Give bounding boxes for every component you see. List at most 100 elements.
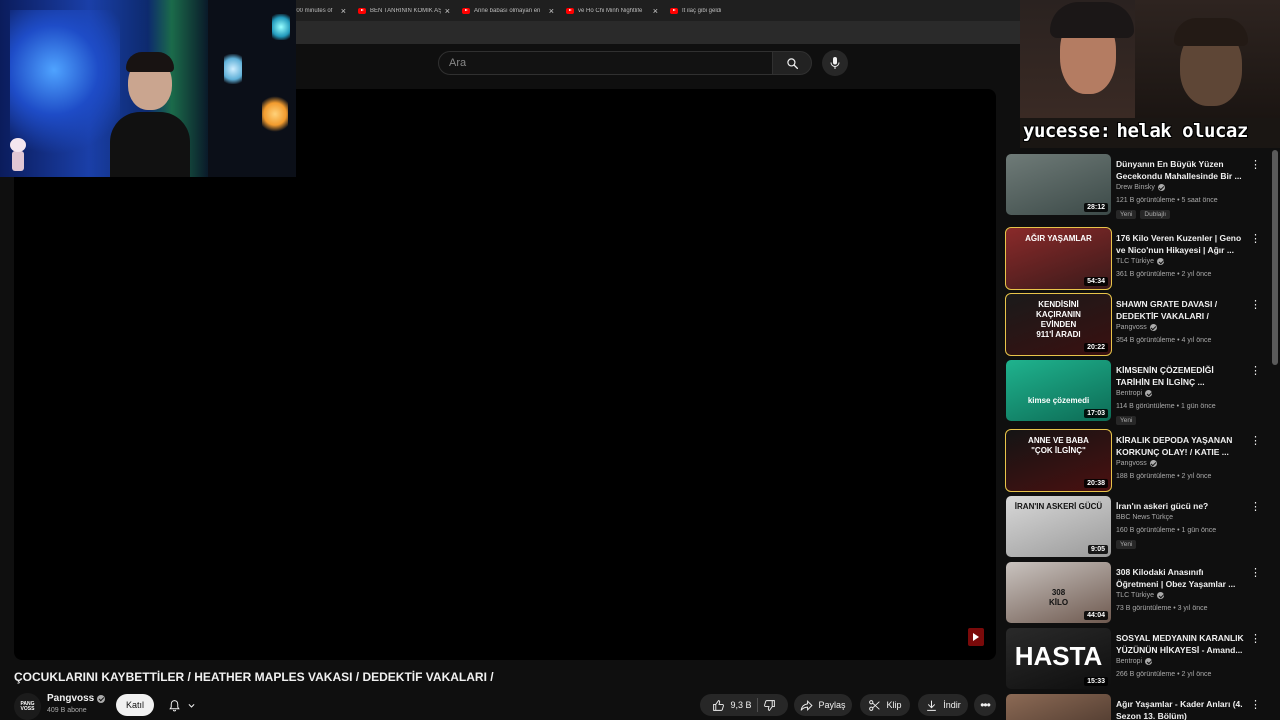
clip-button[interactable]: Klip xyxy=(860,694,910,716)
recommended-meta: 121 B görüntüleme • 5 saat önce xyxy=(1116,197,1218,204)
tab-close-icon[interactable]: × xyxy=(445,6,450,16)
recommended-video-title[interactable]: SOSYAL MEDYANIN KARANLIK YÜZÜNÜN HİKAYES… xyxy=(1116,632,1246,656)
recommended-meta: 188 B görüntüleme • 2 yıl önce xyxy=(1116,473,1212,480)
youtube-favicon-icon xyxy=(462,7,470,14)
badge: Yeni xyxy=(1116,210,1137,219)
verified-icon xyxy=(1145,658,1153,665)
recommended-channel-name[interactable]: TLC Türkiye xyxy=(1116,592,1154,599)
subscriber-count: 409 B abone xyxy=(47,707,87,714)
search-button[interactable] xyxy=(772,51,812,75)
thumbnail-text: HASTA xyxy=(1014,641,1103,671)
recommended-video[interactable]: KENDİSİNİ KAÇIRANIN EVİNDEN 911'İ ARADI 2… xyxy=(1005,292,1272,356)
browser-tab[interactable]: İt ilaç gibi geldi xyxy=(664,0,768,21)
recommended-channel-name[interactable]: Drew Binsky xyxy=(1116,184,1155,191)
more-vert-icon[interactable]: ⋮ xyxy=(1250,500,1261,514)
channel-watermark-icon[interactable] xyxy=(968,628,984,646)
more-vert-icon[interactable]: ⋮ xyxy=(1250,232,1261,246)
thumbs-down-icon[interactable] xyxy=(763,699,776,712)
thumbnail-text: 308 KİLO xyxy=(1048,588,1069,607)
download-button[interactable]: İndir xyxy=(918,694,968,716)
recommended-channel[interactable]: Pangvoss xyxy=(1116,324,1157,331)
recommended-video[interactable]: İRAN'IN ASKERİ GÜCÜ 9:05 İran'ın askeri gü… xyxy=(1006,494,1272,558)
recommended-channel-name[interactable]: BBC News Türkçe xyxy=(1116,514,1173,521)
recommended-channel[interactable]: Bentropi xyxy=(1116,658,1153,665)
scrollbar[interactable] xyxy=(1272,150,1278,365)
recommended-video-title[interactable]: 176 Kilo Veren Kuzenler | Geno ve Nico'n… xyxy=(1116,232,1246,256)
like-count[interactable]: 9,3 B xyxy=(730,700,751,710)
thumbnail-text: İRAN'IN ASKERİ GÜCÜ xyxy=(1014,502,1103,511)
recommended-channel[interactable]: Pangvoss xyxy=(1116,460,1157,467)
channel-name[interactable]: Pangvoss xyxy=(47,693,94,704)
more-actions-button[interactable]: ••• xyxy=(974,694,996,716)
recommended-meta: 73 B görüntüleme • 3 yıl önce xyxy=(1116,605,1208,612)
more-vert-icon[interactable]: ⋮ xyxy=(1250,434,1261,448)
video-duration: 44:04 xyxy=(1084,611,1108,620)
recommended-channel-name[interactable]: Bentropi xyxy=(1116,390,1142,397)
more-vert-icon[interactable]: ⋮ xyxy=(1250,632,1261,646)
voice-search-button[interactable] xyxy=(822,50,848,76)
recommended-video[interactable]: ANNE VE BABA "ÇOK İLGİNÇ" 20:38 KİRALIK DE… xyxy=(1005,428,1272,492)
badge: Yeni xyxy=(1116,540,1137,549)
video-thumbnail[interactable]: 308 KİLO 44:04 xyxy=(1006,562,1111,623)
recommended-video-title[interactable]: SHAWN GRATE DAVASI / DEDEKTİF VAKALARI / xyxy=(1116,298,1246,322)
mascot-sticker xyxy=(8,138,28,174)
video-thumbnail[interactable]: 28:12 xyxy=(1006,154,1111,215)
tab-close-icon[interactable]: × xyxy=(653,6,658,16)
recommended-video-title[interactable]: 308 Kilodaki Anasınıfı Öğretmeni | Obez … xyxy=(1116,566,1246,590)
browser-tab[interactable]: BEN TANRININ KOMİK AŞ × xyxy=(352,0,456,21)
verified-icon xyxy=(1149,460,1157,467)
search-input[interactable] xyxy=(449,57,763,69)
more-vert-icon[interactable]: ⋮ xyxy=(1250,364,1261,378)
tab-close-icon[interactable]: × xyxy=(341,6,346,16)
channel-name-row[interactable]: Pangvoss xyxy=(47,693,106,704)
verified-icon xyxy=(1157,592,1164,599)
thumbnail-text: ANNE VE BABA "ÇOK İLGİNÇ" xyxy=(1028,436,1089,455)
recommended-video[interactable]: kimse çözemedi 17:03 KİMSENİN ÇÖZEMEDİĞİ T… xyxy=(1006,358,1272,425)
recommended-channel-name[interactable]: Pangvoss xyxy=(1116,460,1147,467)
youtube-favicon-icon xyxy=(358,7,366,14)
browser-tab[interactable]: ve Ho Chi Minh Nightlife × xyxy=(560,0,664,21)
share-button[interactable]: Paylaş xyxy=(794,694,852,716)
recommended-video[interactable]: 308 KİLO 44:04 308 Kilodaki Anasınıfı Öğre… xyxy=(1006,560,1272,624)
recommended-video-title[interactable]: Ağır Yaşamlar - Kader Anları (4. Sezon 1… xyxy=(1116,698,1246,720)
chat-text: helak olucaz xyxy=(1116,120,1249,142)
recommended-channel-name[interactable]: TLC Türkiye xyxy=(1116,258,1154,265)
video-thumbnail[interactable]: HASTA 15:33 xyxy=(1006,628,1111,689)
more-vert-icon[interactable]: ⋮ xyxy=(1250,566,1261,580)
recommended-channel[interactable]: Bentropi xyxy=(1116,390,1153,397)
recommended-video-title[interactable]: KİRALIK DEPODA YAŞANAN KORKUNÇ OLAY! / K… xyxy=(1116,434,1246,458)
recommended-channel[interactable]: BBC News Türkçe xyxy=(1116,514,1173,521)
video-thumbnail[interactable]: KENDİSİNİ KAÇIRANIN EVİNDEN 911'İ ARADI 2… xyxy=(1005,293,1112,356)
recommended-video[interactable]: 28:12 Dünyanın En Büyük Yüzen Gecekondu M… xyxy=(1006,152,1272,219)
channel-avatar[interactable]: PANG VOSS xyxy=(14,693,41,720)
scissors-icon xyxy=(869,699,881,711)
webcam-cyan-light xyxy=(272,14,290,40)
thumbs-up-icon[interactable] xyxy=(712,699,725,712)
video-thumbnail[interactable] xyxy=(1006,694,1111,720)
recommended-video-title[interactable]: İran'ın askeri gücü ne? xyxy=(1116,500,1246,512)
more-vert-icon[interactable]: ⋮ xyxy=(1250,698,1261,712)
notification-bell-button[interactable] xyxy=(160,694,204,716)
recommended-channel[interactable]: TLC Türkiye xyxy=(1116,592,1164,599)
recommended-video[interactable]: AĞIR YAŞAMLAR 54:34 176 Kilo Veren Kuzenle… xyxy=(1005,226,1272,290)
tab-close-icon[interactable]: × xyxy=(549,6,554,16)
join-button[interactable]: Katıl xyxy=(116,694,154,716)
search-box[interactable] xyxy=(438,51,774,75)
recommended-channel[interactable]: Drew Binsky xyxy=(1116,184,1165,191)
recommended-video-title[interactable]: KİMSENİN ÇÖZEMEDİĞİ TARİHİN EN İLGİNÇ ..… xyxy=(1116,364,1246,388)
youtube-favicon-icon xyxy=(670,7,678,14)
recommended-channel-name[interactable]: Pangvoss xyxy=(1116,324,1147,331)
recommended-video-title[interactable]: Dünyanın En Büyük Yüzen Gecekondu Mahall… xyxy=(1116,158,1246,182)
recommended-video[interactable]: HASTA 15:33 SOSYAL MEDYANIN KARANLIK YÜZÜN… xyxy=(1006,626,1272,690)
video-thumbnail[interactable]: kimse çözemedi 17:03 xyxy=(1006,360,1111,421)
video-thumbnail[interactable]: İRAN'IN ASKERİ GÜCÜ 9:05 xyxy=(1006,496,1111,557)
more-vert-icon[interactable]: ⋮ xyxy=(1250,298,1261,312)
recommended-video[interactable]: Ağır Yaşamlar - Kader Anları (4. Sezon 1… xyxy=(1006,692,1272,720)
recommended-channel-name[interactable]: Bentropi xyxy=(1116,658,1142,665)
share-label: Paylaş xyxy=(818,700,846,710)
more-vert-icon[interactable]: ⋮ xyxy=(1250,158,1261,172)
video-thumbnail[interactable]: AĞIR YAŞAMLAR 54:34 xyxy=(1005,227,1112,290)
browser-tab[interactable]: Anne babası olmayan en × xyxy=(456,0,560,21)
recommended-channel[interactable]: TLC Türkiye xyxy=(1116,258,1164,265)
video-thumbnail[interactable]: ANNE VE BABA "ÇOK İLGİNÇ" 20:38 xyxy=(1005,429,1112,492)
